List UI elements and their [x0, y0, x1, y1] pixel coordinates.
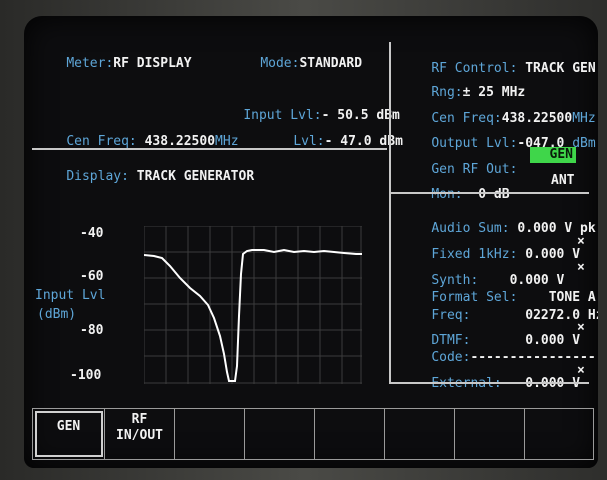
- right-divider-2: [391, 382, 589, 384]
- softkey-rf-in-out[interactable]: RF IN/OUT: [105, 409, 175, 459]
- softkey-7[interactable]: [455, 409, 525, 459]
- dtmf-off-icon[interactable]: ×: [577, 321, 585, 335]
- gen-rf-out-badge[interactable]: GEN: [530, 147, 576, 163]
- mon-label: Mon:: [431, 187, 463, 202]
- external-off-icon[interactable]: ×: [577, 364, 585, 378]
- lvl-label: Lvl:: [293, 134, 325, 149]
- y-tick-label: -40: [80, 226, 104, 241]
- track-generator-plot: [144, 226, 362, 384]
- meter-field[interactable]: Meter:RF DISPLAY: [35, 43, 192, 85]
- y-axis-label: Input Lvl: [35, 288, 106, 303]
- y-tick-label: -100: [70, 368, 102, 383]
- external-field[interactable]: External: 0.000 V: [400, 363, 580, 405]
- response-trace: [144, 248, 362, 382]
- softkey-label: RF IN/OUT: [116, 412, 163, 443]
- synth-off-icon[interactable]: ×: [577, 261, 585, 275]
- y-tick-label: -80: [80, 323, 104, 338]
- left-divider: [32, 148, 387, 150]
- softkey-8[interactable]: [525, 409, 593, 459]
- mode-value: STANDARD: [299, 56, 363, 71]
- softkey-5[interactable]: [315, 409, 385, 459]
- lvl-field: Lvl:- 47.0 dBm: [262, 121, 403, 163]
- fixed-1khz-off-icon[interactable]: ×: [577, 235, 585, 249]
- cen-freq-left-unit: MHz: [215, 134, 239, 149]
- mon-antenna[interactable]: ANT: [551, 174, 574, 188]
- panel-divider: [389, 42, 391, 384]
- display-field[interactable]: Display: TRACK GENERATOR: [35, 156, 254, 198]
- softkey-label: GEN: [56, 419, 81, 434]
- y-axis-unit: (dBm): [37, 307, 77, 322]
- mon-value: 0 dB: [478, 187, 510, 202]
- y-tick-label: -60: [80, 269, 104, 284]
- softkey-gen[interactable]: GEN: [33, 409, 105, 459]
- right-divider-1: [391, 192, 589, 194]
- mode-label: Mode:: [260, 56, 300, 71]
- cen-freq-left-value: 438.22500: [144, 134, 216, 149]
- rf-control-value: TRACK GEN: [525, 61, 596, 76]
- meter-value: RF DISPLAY: [113, 56, 192, 71]
- display-value: TRACK GENERATOR: [136, 169, 255, 184]
- display-label: Display:: [66, 169, 129, 184]
- cen-freq-left-label: Cen Freq:: [66, 134, 137, 149]
- display-screen: Meter:RF DISPLAY Mode:STANDARD Input Lvl…: [24, 16, 598, 468]
- softkey-6[interactable]: [385, 409, 455, 459]
- softkey-3[interactable]: [175, 409, 245, 459]
- meter-label: Meter:: [66, 56, 114, 71]
- softkey-4[interactable]: [245, 409, 315, 459]
- mode-field[interactable]: Mode:STANDARD: [229, 43, 362, 85]
- lvl-value: - 47.0: [324, 134, 372, 149]
- softkey-bar: GEN RF IN/OUT: [32, 408, 594, 460]
